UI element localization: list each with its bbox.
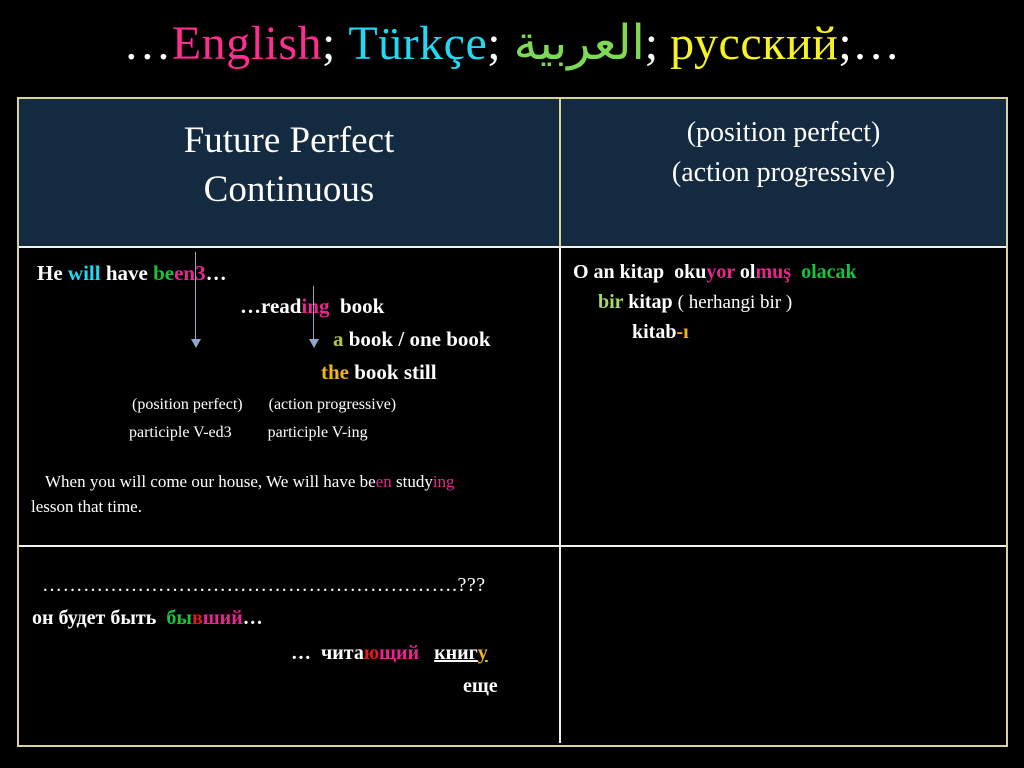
banner-language-russian: русский	[670, 17, 839, 70]
turkish-token-olacak: olacak	[801, 261, 857, 283]
english-example-cell: He will have been3… …reading book a book…	[19, 248, 559, 545]
token-he: He	[37, 261, 63, 285]
turkish-token-o-an-kitap: O an kitap	[573, 261, 665, 283]
russian-dotted-line: …………………………………………………….???	[42, 574, 486, 597]
russian-token-on-budet-byt: он будет быть	[32, 607, 157, 629]
turkish-token-kitap: kitap	[628, 291, 673, 313]
russian-token-shchiy: щий	[379, 642, 420, 664]
token-ing: ing	[301, 294, 330, 318]
aspect-title-line1: (position perfect)	[686, 117, 881, 148]
language-banner-text: …English; Türkçe; العربية; русский;…	[123, 20, 900, 68]
banner-language-arabic: العربية	[513, 17, 645, 70]
grammar-table: Future Perfect Continuous (position perf…	[17, 97, 1008, 747]
banner-separator-4: ;	[838, 17, 853, 70]
turkish-token-oku: oku	[674, 261, 707, 283]
sentence-token-ing: ing	[432, 472, 455, 491]
language-banner: …English; Türkçe; العربية; русский;…	[0, 0, 1024, 88]
question-marks: ???	[457, 574, 486, 596]
turkish-token-bir: bir	[598, 291, 624, 313]
banner-separator-3: ;	[644, 17, 659, 70]
tense-title: Future Perfect Continuous	[19, 99, 559, 214]
banner-separator-1: ;	[322, 17, 336, 70]
turkish-example-cell: O an kitap okuyor olmuş olacak bir kitap…	[559, 248, 1006, 545]
turkish-line-3: kitab-ı	[632, 321, 689, 344]
aspect-title-cell: (position perfect) (action progressive)	[559, 99, 1006, 246]
english-formula-line-3: a book / one book	[333, 327, 491, 352]
token-article-the: the	[321, 360, 349, 384]
sentence-part-2: study	[391, 472, 433, 491]
table-header-row: Future Perfect Continuous (position perf…	[19, 99, 1006, 246]
russian-token-shiy: ший	[202, 607, 243, 629]
token-have: have	[105, 261, 148, 285]
label-participle-ving: participle V-ing	[267, 424, 368, 441]
russian-token-by: бы	[166, 607, 192, 629]
russian-example-cell: …………………………………………………….??? он будет быть б…	[19, 547, 559, 743]
turkish-token-paren: ( herhangi bir )	[677, 292, 793, 313]
tense-title-cell: Future Perfect Continuous	[19, 99, 559, 246]
banner-lead-ellipsis: …	[123, 17, 172, 70]
english-formula-line-4: the book still	[321, 360, 437, 385]
turkish-token-ol: ol	[739, 261, 756, 283]
sentence-token-en: en	[375, 472, 392, 491]
russian-token-ellipsis-1: …	[242, 607, 263, 629]
banner-language-english: English	[171, 17, 322, 70]
arrow-head	[309, 339, 319, 348]
token-book-phrase-2: book still	[354, 360, 437, 384]
turkish-token-kitab: kitab	[632, 321, 677, 343]
turkish-token-mus: muş	[755, 261, 792, 283]
participle-form-row: participle V-ed3 participle V-ing	[129, 424, 368, 442]
turkish-token-yor: yor	[706, 261, 735, 283]
russian-token-u: у	[477, 642, 488, 664]
turkish-token-suffix: -ı	[676, 321, 689, 343]
english-example-sentence: When you will come our house, We will ha…	[31, 470, 551, 519]
russian-token-yu: ю	[363, 642, 380, 664]
label-participle-ved3: participle V-ed3	[129, 424, 232, 441]
token-read: read	[261, 294, 302, 318]
label-action-progressive: (action progressive)	[268, 396, 397, 413]
token-article-a: a	[333, 327, 344, 351]
table-body-row: He will have been3… …reading book a book…	[19, 246, 1006, 545]
participle-label-row: (position perfect) (action progressive)	[132, 396, 396, 414]
arrow-head	[191, 339, 201, 348]
dotted-leader: …………………………………………………….	[42, 574, 458, 596]
english-formula-line-2: …reading book	[240, 294, 384, 319]
token-be: be	[153, 261, 175, 285]
tense-title-line1: Future Perfect	[183, 120, 395, 161]
table-footer-row: …………………………………………………….??? он будет быть б…	[19, 545, 1006, 743]
banner-language-turkish: Türkçe	[348, 17, 488, 70]
sentence-part-3: lesson that time.	[31, 496, 142, 516]
banner-trail-ellipsis: …	[852, 17, 901, 70]
russian-token-v: в	[191, 607, 203, 629]
token-book-1: book	[339, 294, 385, 318]
russian-token-ellipsis-2: …	[291, 642, 311, 664]
token-ellipsis-2: …	[240, 294, 261, 318]
russian-token-chita: чита	[321, 642, 364, 664]
russian-line-2: … читающий книгу	[291, 642, 488, 665]
russian-token-eshche: еще	[463, 675, 498, 697]
token-en3: en3	[174, 261, 206, 285]
aspect-title-line2: (action progressive)	[671, 156, 896, 188]
english-formula-line-1: He will have been3…	[37, 261, 227, 286]
turkish-line-1: O an kitap okuyor olmuş olacak	[573, 261, 857, 284]
tense-title-line2: Continuous	[203, 169, 375, 211]
aspect-title: (position perfect) (action progressive)	[561, 99, 1006, 193]
russian-line-3: еще	[463, 675, 498, 698]
token-book-phrase-1: book / one book	[348, 327, 491, 351]
sentence-part-1: When you will come our house, We will ha…	[45, 472, 376, 491]
token-will: will	[67, 261, 101, 285]
token-ellipsis-1: …	[205, 261, 227, 285]
russian-line-1: он будет быть бывший…	[32, 607, 263, 630]
russian-token-knig: книг	[434, 642, 478, 664]
banner-separator-2: ;	[487, 17, 502, 70]
turkish-line-2: bir kitap ( herhangi bir )	[598, 291, 792, 314]
label-position-perfect: (position perfect)	[132, 396, 243, 413]
empty-cell	[559, 547, 1006, 743]
